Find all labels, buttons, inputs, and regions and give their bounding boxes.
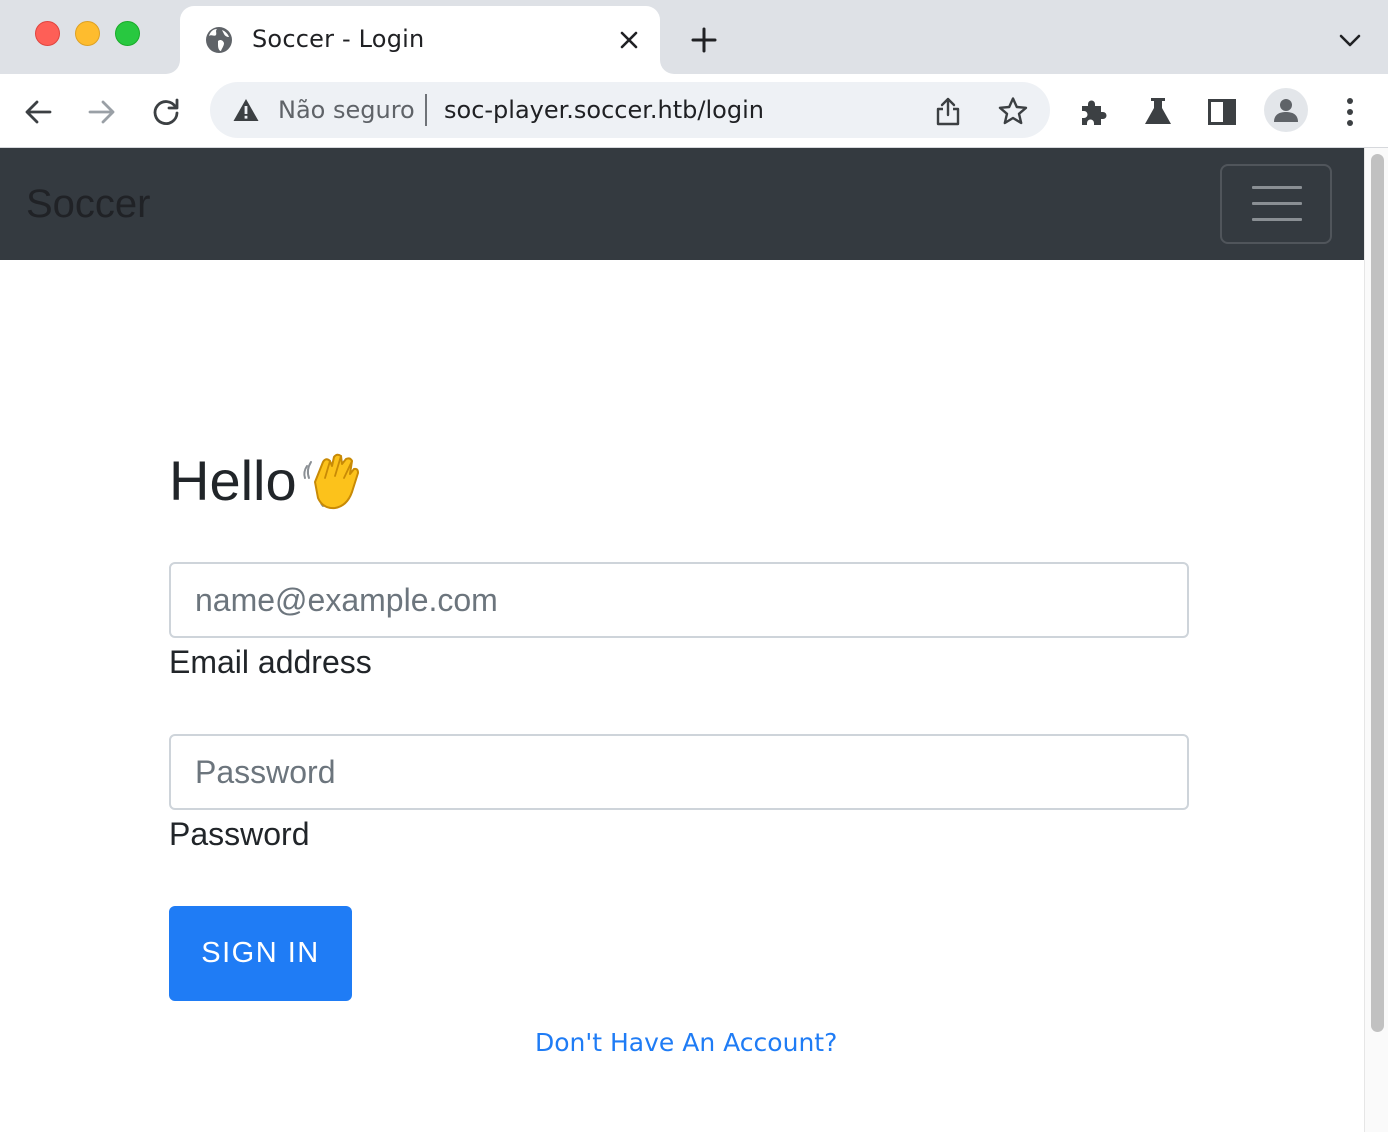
navbar-brand[interactable]: Soccer xyxy=(26,182,151,227)
chevron-down-icon xyxy=(1339,34,1361,47)
arrow-right-icon xyxy=(88,100,115,124)
password-input[interactable] xyxy=(169,734,1189,810)
site-navbar: Soccer xyxy=(0,148,1364,260)
address-bar[interactable]: Não seguro soc-player.soccer.htb/login xyxy=(210,82,1050,138)
tab-title: Soccer - Login xyxy=(252,25,425,53)
profile-button[interactable] xyxy=(1264,88,1308,132)
forward-button[interactable] xyxy=(82,92,122,132)
browser-tab-active[interactable]: Soccer - Login xyxy=(180,6,660,74)
profile-icon xyxy=(1274,99,1298,122)
globe-icon xyxy=(206,27,232,53)
window-zoom-button[interactable] xyxy=(115,21,140,46)
puzzle-icon xyxy=(1082,100,1107,125)
side-panel-button[interactable] xyxy=(1202,92,1242,132)
password-label: Password xyxy=(169,816,310,852)
tab-search-button[interactable] xyxy=(1334,25,1366,57)
share-button[interactable] xyxy=(932,94,964,128)
login-heading: Hello xyxy=(169,449,297,512)
window-minimize-button[interactable] xyxy=(75,21,100,46)
hamburger-line xyxy=(1252,186,1302,189)
browser-tabstrip: Soccer - Login xyxy=(0,0,1388,74)
email-label: Email address xyxy=(169,644,372,680)
security-status-label[interactable]: Não seguro xyxy=(278,96,415,124)
waving-hand-icon xyxy=(303,453,359,510)
flask-icon xyxy=(1145,98,1171,124)
star-icon xyxy=(998,97,1028,125)
reload-icon xyxy=(153,98,179,125)
address-url[interactable]: soc-player.soccer.htb/login xyxy=(444,96,764,124)
side-panel-icon xyxy=(1208,99,1236,125)
sign-in-button[interactable]: SIGN IN xyxy=(169,906,352,1001)
new-tab-button[interactable] xyxy=(686,22,722,58)
scrollbar-thumb[interactable] xyxy=(1371,154,1384,1032)
email-input[interactable] xyxy=(169,562,1189,638)
plus-icon xyxy=(691,27,717,53)
navbar-toggler-button[interactable] xyxy=(1220,164,1332,244)
page-viewport: Soccer Hello Email address Password SIGN… xyxy=(0,148,1388,1132)
address-divider xyxy=(425,94,427,126)
more-vertical-icon xyxy=(1347,98,1353,126)
hamburger-line xyxy=(1252,202,1302,205)
labs-button[interactable] xyxy=(1138,92,1178,132)
tab-close-button[interactable] xyxy=(614,25,644,55)
browser-toolbar: Não seguro soc-player.soccer.htb/login xyxy=(0,74,1388,148)
share-icon xyxy=(936,97,960,126)
bookmark-button[interactable] xyxy=(996,94,1030,128)
arrow-left-icon xyxy=(25,100,52,124)
page-scrollbar[interactable] xyxy=(1364,148,1388,1132)
close-icon xyxy=(620,31,638,49)
hamburger-line xyxy=(1252,218,1302,221)
reload-button[interactable] xyxy=(146,92,186,132)
extensions-button[interactable] xyxy=(1074,92,1114,132)
back-button[interactable] xyxy=(18,92,58,132)
window-close-button[interactable] xyxy=(35,21,60,46)
warning-triangle-icon xyxy=(233,99,259,121)
browser-menu-button[interactable] xyxy=(1330,92,1370,132)
register-link[interactable]: Don't Have An Account? xyxy=(535,1028,837,1057)
